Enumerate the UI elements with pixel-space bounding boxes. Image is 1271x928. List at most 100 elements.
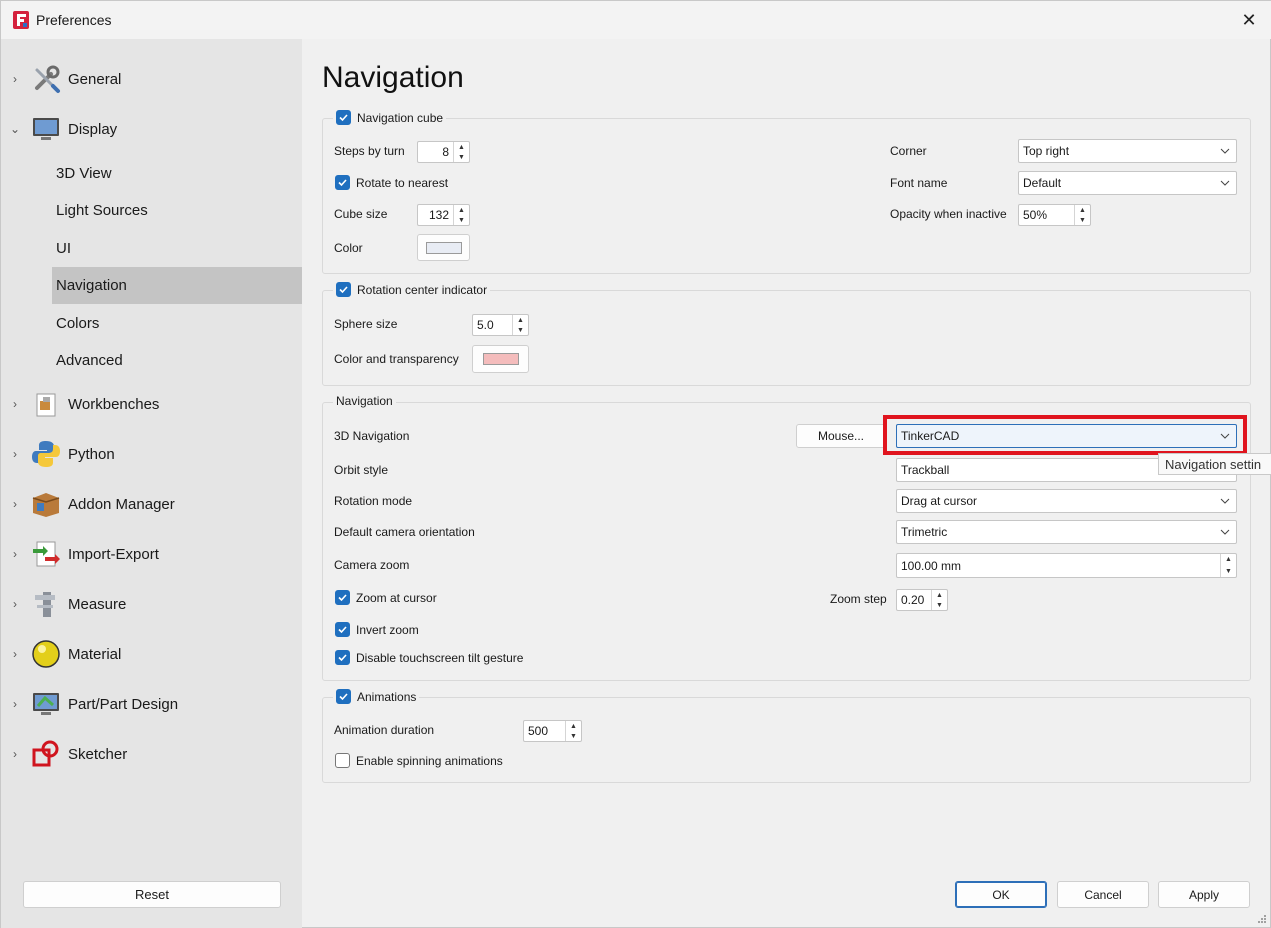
wrench-screwdriver-icon: [35, 65, 60, 93]
chevron-right-icon: ›: [13, 697, 17, 711]
cancel-button[interactable]: Cancel: [1057, 881, 1149, 908]
3d-navigation-value: TinkerCAD: [901, 429, 960, 443]
spin-down-icon[interactable]: ▼: [1075, 215, 1090, 225]
sidebar: › General ⌄ Display 3D View Light Source…: [1, 39, 302, 928]
zoom-step-spinbox[interactable]: 0.20 ▲ ▼: [896, 589, 948, 611]
resize-grip-icon[interactable]: [1257, 914, 1267, 924]
sidebar-item-display[interactable]: ⌄ Display: [1, 107, 302, 151]
sidebar-item-colors[interactable]: Colors: [52, 305, 302, 342]
sidebar-item-advanced[interactable]: Advanced: [52, 342, 302, 379]
checkmark-icon: [339, 114, 348, 122]
sidebar-item-addon-manager[interactable]: › Addon Manager: [1, 482, 302, 526]
checkmark-icon: [339, 286, 348, 294]
checkmark-icon: [338, 626, 347, 634]
reset-button[interactable]: Reset: [23, 881, 281, 908]
spin-up-icon[interactable]: ▲: [932, 590, 947, 600]
sidebar-item-label: Display: [68, 120, 118, 138]
spinning-animations-row[interactable]: Enable spinning animations: [335, 753, 503, 768]
navigation-cube-title: Navigation cube: [333, 110, 447, 125]
camera-orientation-label: Default camera orientation: [334, 525, 475, 539]
rotation-center-group: Rotation center indicator: [322, 282, 1251, 386]
rotation-center-checkbox[interactable]: [336, 282, 351, 297]
sidebar-item-general[interactable]: › General: [1, 57, 302, 101]
sketcher-icon: [32, 740, 59, 767]
opacity-spinbox[interactable]: 50% ▲ ▼: [1018, 204, 1091, 226]
sidebar-item-navigation[interactable]: Navigation: [52, 267, 302, 304]
disable-tilt-label: Disable touchscreen tilt gesture: [356, 650, 524, 665]
close-button[interactable]: ✕: [1226, 1, 1271, 39]
sidebar-item-part-design[interactable]: › Part/Part Design: [1, 682, 302, 726]
checkmark-icon: [338, 594, 347, 602]
sidebar-item-label: General: [68, 70, 122, 88]
disable-tilt-checkbox[interactable]: [335, 650, 350, 665]
font-name-label: Font name: [890, 176, 948, 190]
sidebar-item-import-export[interactable]: › Import-Export: [1, 532, 302, 576]
window-title: Preferences: [36, 12, 112, 28]
spin-up-icon[interactable]: ▲: [454, 142, 469, 152]
spin-up-icon[interactable]: ▲: [1221, 554, 1236, 566]
camera-orientation-select[interactable]: Trimetric: [896, 520, 1237, 544]
steps-by-turn-label: Steps by turn: [334, 144, 405, 158]
cube-size-spinbox[interactable]: 132 ▲ ▼: [417, 204, 470, 226]
sidebar-item-3d-view[interactable]: 3D View: [52, 155, 302, 192]
camera-zoom-spinbox[interactable]: 100.00 mm ▲ ▼: [896, 553, 1237, 578]
spin-down-icon[interactable]: ▼: [1221, 566, 1236, 578]
invert-zoom-row[interactable]: Invert zoom: [335, 622, 419, 637]
sidebar-item-measure[interactable]: › Measure: [1, 582, 302, 626]
spin-up-icon[interactable]: ▲: [454, 205, 469, 215]
spinning-animations-checkbox[interactable]: [335, 753, 350, 768]
invert-zoom-checkbox[interactable]: [335, 622, 350, 637]
animations-group: Animations: [322, 689, 1251, 783]
zoom-at-cursor-row[interactable]: Zoom at cursor: [335, 590, 437, 605]
sidebar-item-label: Sketcher: [68, 745, 128, 763]
corner-select[interactable]: Top right: [1018, 139, 1237, 163]
rotation-mode-label: Rotation mode: [334, 494, 413, 508]
zoom-at-cursor-checkbox[interactable]: [335, 590, 350, 605]
material-sphere-icon: [32, 640, 60, 668]
rotation-mode-select[interactable]: Drag at cursor: [896, 489, 1237, 513]
spin-up-icon[interactable]: ▲: [566, 721, 581, 731]
title-bar: Preferences ✕: [1, 1, 1271, 39]
addon-box-icon: [32, 493, 60, 517]
3d-navigation-select[interactable]: TinkerCAD: [896, 424, 1237, 448]
navigation-cube-checkbox[interactable]: [336, 110, 351, 125]
checkmark-icon: [338, 654, 347, 662]
close-icon: ✕: [1241, 9, 1257, 30]
sidebar-item-material[interactable]: › Material: [1, 632, 302, 676]
chevron-right-icon: ›: [13, 747, 17, 761]
spin-down-icon[interactable]: ▼: [454, 215, 469, 225]
sidebar-item-ui[interactable]: UI: [52, 230, 302, 267]
font-name-select[interactable]: Default: [1018, 171, 1237, 195]
measure-icon: [35, 592, 55, 617]
sidebar-item-label: Python: [68, 445, 115, 463]
cube-color-button[interactable]: [417, 234, 470, 261]
spin-down-icon[interactable]: ▼: [454, 152, 469, 162]
sidebar-item-python[interactable]: › Python: [1, 432, 302, 476]
cube-color-label: Color: [334, 241, 363, 255]
spin-down-icon[interactable]: ▼: [513, 325, 528, 335]
mouse-button[interactable]: Mouse...: [796, 424, 886, 448]
spin-down-icon[interactable]: ▼: [566, 731, 581, 741]
animation-duration-spinbox[interactable]: 500 ▲ ▼: [523, 720, 582, 742]
steps-by-turn-spinbox[interactable]: 8 ▲ ▼: [417, 141, 470, 163]
chevron-right-icon: ›: [13, 547, 17, 561]
sidebar-item-light-sources[interactable]: Light Sources: [52, 192, 302, 229]
opacity-label: Opacity when inactive: [890, 207, 1007, 221]
rotate-to-nearest-checkbox[interactable]: [335, 175, 350, 190]
sidebar-item-workbenches[interactable]: › Workbenches: [1, 382, 302, 426]
chevron-right-icon: ›: [13, 447, 17, 461]
sidebar-item-sketcher[interactable]: › Sketcher: [1, 732, 302, 776]
checkmark-icon: [339, 693, 348, 701]
spin-down-icon[interactable]: ▼: [932, 600, 947, 610]
rotation-center-color-button[interactable]: [472, 345, 529, 373]
spin-up-icon[interactable]: ▲: [1075, 205, 1090, 215]
animations-checkbox[interactable]: [336, 689, 351, 704]
spin-up-icon[interactable]: ▲: [513, 315, 528, 325]
rotate-to-nearest-row[interactable]: Rotate to nearest: [335, 175, 448, 190]
ok-button[interactable]: OK: [955, 881, 1047, 908]
disable-tilt-row[interactable]: Disable touchscreen tilt gesture: [335, 650, 523, 665]
sidebar-item-label: Import-Export: [68, 545, 159, 563]
apply-button[interactable]: Apply: [1158, 881, 1250, 908]
sphere-size-spinbox[interactable]: 5.0 ▲ ▼: [472, 314, 529, 336]
animation-duration-value: 500: [528, 724, 549, 738]
